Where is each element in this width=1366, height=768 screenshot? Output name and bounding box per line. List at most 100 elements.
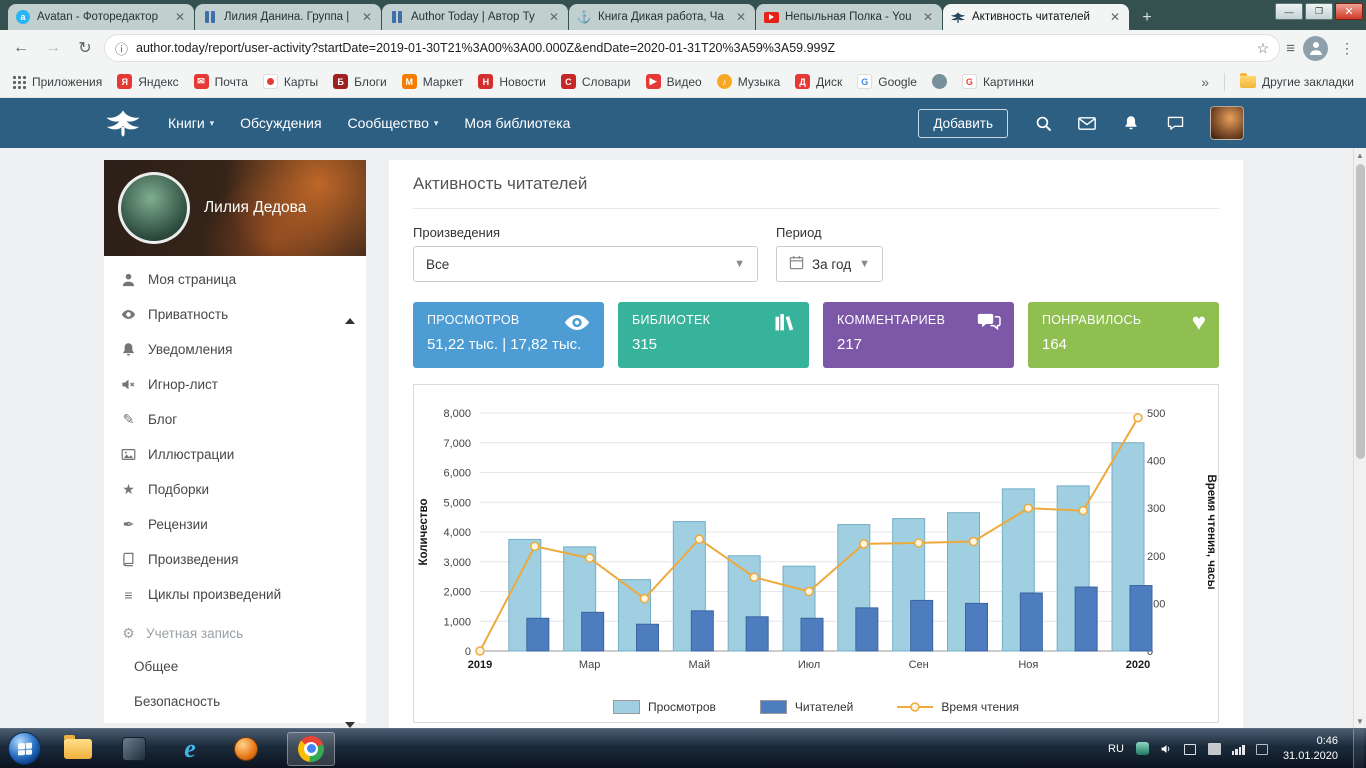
close-window-button[interactable]: ✕ [1335, 3, 1363, 20]
bookmark-market[interactable]: ММаркет [402, 74, 464, 89]
tray-volume-icon[interactable] [1159, 742, 1174, 755]
bookmark-yandex[interactable]: ЯЯндекс [117, 74, 178, 89]
taskbar-explorer-icon[interactable] [63, 734, 93, 764]
page-scrollbar[interactable]: ▲ ▼ [1353, 148, 1366, 728]
close-icon[interactable]: ✕ [921, 10, 935, 24]
profile-avatar-icon[interactable] [1303, 36, 1328, 61]
forward-button[interactable]: → [40, 35, 66, 61]
site-info-icon[interactable]: ⓘ [115, 39, 128, 58]
taskbar-app2-icon[interactable] [231, 734, 261, 764]
add-button[interactable]: Добавить [918, 109, 1008, 138]
tab-book[interactable]: ⚓ Книга Дикая работа, Ча ✕ [569, 4, 755, 30]
tray-app-icon[interactable] [1135, 742, 1150, 755]
bookmark-mail[interactable]: ✉Почта [194, 74, 248, 89]
address-bar[interactable]: ⓘ author.today/report/user-activity?star… [104, 34, 1280, 62]
tab-author-today[interactable]: Author Today | Автор Ту ✕ [382, 4, 568, 30]
start-button[interactable] [8, 732, 41, 765]
tab-active-report[interactable]: Активность читателей ✕ [943, 4, 1129, 30]
maximize-button[interactable]: ❐ [1305, 3, 1333, 20]
menu-kebab-icon[interactable]: ⋮ [1336, 40, 1358, 57]
map-pin-icon [267, 78, 274, 85]
tab-vk-group[interactable]: Лилия Данина. Группа | ✕ [195, 4, 381, 30]
other-bookmarks[interactable]: Другие закладки [1240, 75, 1354, 89]
legend-readers[interactable]: Читателей [760, 700, 854, 714]
works-select[interactable]: Все ▼ [413, 246, 758, 282]
close-icon[interactable]: ✕ [734, 10, 748, 24]
language-indicator[interactable]: RU [1106, 743, 1126, 755]
close-icon[interactable]: ✕ [547, 10, 561, 24]
tray-keyboard-icon[interactable] [1207, 742, 1222, 755]
scrollbar-thumb[interactable] [1356, 164, 1365, 459]
user-avatar[interactable] [1210, 106, 1244, 140]
sidebar-item-security[interactable]: Безопасность [104, 684, 366, 719]
messages-icon[interactable] [1078, 114, 1096, 132]
sidebar-item-general[interactable]: Общее [104, 649, 366, 684]
nav-discussions[interactable]: Обсуждения [240, 115, 321, 131]
sidebar-item-collections[interactable]: ★ Подборки [104, 472, 366, 507]
sidebar-item-series[interactable]: ≡ Циклы произведений [104, 577, 366, 612]
show-desktop-button[interactable] [1353, 729, 1364, 768]
pencil-icon: ✎ [120, 411, 137, 428]
search-icon[interactable] [1034, 114, 1052, 132]
sidebar-item-blog[interactable]: ✎ Блог [104, 402, 366, 437]
scroll-up-icon[interactable]: ▲ [1354, 148, 1366, 162]
sidebar-scrollbar[interactable] [345, 318, 354, 728]
svg-text:0: 0 [465, 646, 471, 658]
close-icon[interactable]: ✕ [1108, 10, 1122, 24]
scroll-down-icon[interactable]: ▼ [1354, 714, 1366, 728]
bookmark-news[interactable]: ННовости [478, 74, 545, 89]
tray-network-icon[interactable] [1231, 742, 1246, 755]
period-select[interactable]: За год ▼ [776, 246, 883, 282]
sidebar-item-privacy[interactable]: Приватность [104, 297, 366, 332]
scroll-up-icon[interactable] [345, 318, 355, 324]
close-icon[interactable]: ✕ [360, 10, 374, 24]
tray-display-icon[interactable] [1183, 742, 1198, 755]
extension-icon[interactable]: ≡ [1286, 40, 1295, 57]
bookmark-star-icon[interactable]: ☆ [1257, 40, 1270, 57]
sidebar-item-reviews[interactable]: ✒ Рецензии [104, 507, 366, 542]
date: 31.01.2020 [1283, 749, 1338, 764]
new-tab-button[interactable]: + [1134, 6, 1160, 30]
sidebar-item-my-page[interactable]: Моя страница [104, 262, 366, 297]
refresh-button[interactable]: ↻ [72, 35, 98, 61]
bookmarks-overflow-chevron[interactable]: » [1201, 74, 1209, 90]
tab-youtube[interactable]: Непыльная Полка - You ✕ [756, 4, 942, 30]
tray-flag-icon[interactable] [1255, 742, 1270, 755]
scroll-down-icon[interactable] [345, 722, 355, 728]
legend-reading-time[interactable]: Время чтения [897, 700, 1019, 714]
tab-avatan[interactable]: a Avatan - Фоторедактор ✕ [8, 4, 194, 30]
bookmark-globe[interactable] [932, 74, 947, 89]
chat-icon[interactable] [1166, 114, 1184, 132]
sidebar-item-ignore-list[interactable]: Игнор-лист [104, 367, 366, 402]
sidebar-item-works[interactable]: Произведения [104, 542, 366, 577]
site-logo[interactable] [104, 108, 142, 138]
url-text[interactable]: author.today/report/user-activity?startD… [136, 41, 1249, 55]
sidebar-item-notifications[interactable]: Уведомления [104, 332, 366, 367]
notifications-bell-icon[interactable] [1122, 114, 1140, 132]
bookmark-google[interactable]: GGoogle [857, 74, 917, 89]
taskbar-chrome-active[interactable] [287, 732, 335, 766]
nav-community[interactable]: Сообщество▾ [348, 115, 439, 131]
bookmark-disk[interactable]: ДДиск [795, 74, 842, 89]
clock[interactable]: 0:46 31.01.2020 [1279, 734, 1344, 764]
legend-views[interactable]: Просмотров [613, 700, 716, 714]
apps-shortcut[interactable]: Приложения [12, 75, 102, 89]
nav-my-library[interactable]: Моя библиотека [464, 115, 570, 131]
sidebar-section-account: ⚙ Учетная запись [104, 612, 366, 649]
stat-card-libraries: БИБЛИОТЕК 315 [618, 302, 809, 368]
bookmark-video[interactable]: ▶Видео [646, 74, 702, 89]
folder-icon [1240, 76, 1256, 88]
bookmark-music[interactable]: ♪Музыка [717, 74, 780, 89]
minimize-button[interactable]: — [1275, 3, 1303, 20]
author-today-dark-icon [950, 9, 966, 25]
bookmark-images[interactable]: GКартинки [962, 74, 1034, 89]
sidebar-item-illustrations[interactable]: Иллюстрации [104, 437, 366, 472]
taskbar-ie-icon[interactable]: e [175, 734, 205, 764]
back-button[interactable]: ← [8, 35, 34, 61]
bookmark-maps[interactable]: Карты [263, 74, 318, 89]
nav-books[interactable]: Книги▾ [168, 115, 214, 131]
close-icon[interactable]: ✕ [173, 10, 187, 24]
bookmark-dictionaries[interactable]: ССловари [561, 74, 631, 89]
bookmark-blogs[interactable]: ББлоги [333, 74, 387, 89]
taskbar-app-icon[interactable] [119, 734, 149, 764]
